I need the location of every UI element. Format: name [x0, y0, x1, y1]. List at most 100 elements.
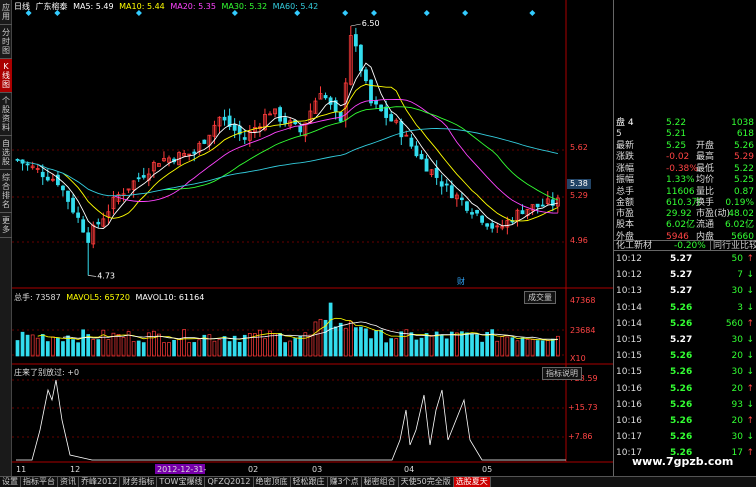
kline-chart[interactable]: 5.625.385.294.964736823684X10+23.59+15.7…: [12, 0, 613, 476]
volume-bar: [162, 342, 166, 357]
volume-bar: [515, 340, 520, 357]
date-label: 11: [16, 465, 26, 474]
quote-label-2: 流通: [696, 220, 715, 230]
volume-bar: [131, 341, 136, 357]
arrow-up-icon: ↑: [746, 254, 754, 264]
tab-12[interactable]: 选股夏天: [453, 477, 491, 487]
sidebar-item-kline[interactable]: K线图: [0, 59, 12, 93]
high-price-label: 6.50: [362, 19, 380, 28]
volume-button[interactable]: 成交量: [524, 291, 556, 304]
candle: [475, 210, 479, 214]
tick-time: 10:14: [616, 302, 642, 313]
volume-bar: [480, 341, 484, 357]
tick-price: 5.26: [670, 302, 693, 313]
volume-bar: [177, 338, 181, 357]
candle: [81, 219, 86, 233]
tab-9[interactable]: 赚3个点: [328, 477, 362, 487]
quote-label: 盘 4: [616, 118, 634, 128]
signal-diamond-icon: [342, 10, 349, 16]
chart-area[interactable]: 5.62 5.38 5.29 4.96 47368 23684 X10 +23.59 +15.7…: [12, 0, 613, 476]
tab-8[interactable]: 轻松跟庄: [291, 477, 328, 487]
tab-0[interactable]: 设置: [0, 477, 21, 487]
arrow-down-icon: ↓: [746, 432, 754, 443]
candle: [480, 215, 485, 223]
volume-bar: [364, 328, 368, 357]
tab-1[interactable]: 指标平台: [21, 477, 58, 487]
volume-bar: [550, 338, 555, 357]
sidebar-item-profile[interactable]: 个股资料: [0, 93, 12, 136]
volume-bar: [192, 342, 197, 357]
volume-bar: [424, 333, 429, 357]
volume-bar: [399, 331, 404, 357]
tab-3[interactable]: 乔峰2012: [79, 477, 121, 487]
candle: [459, 197, 464, 201]
volume-bar: [247, 333, 252, 357]
volume-bar: [313, 321, 318, 357]
tick-price: 5.27: [670, 254, 693, 264]
sidebar-item-ranking[interactable]: 综合排名: [0, 170, 12, 213]
tick-price: 5.27: [670, 335, 693, 345]
tick-price: 5.26: [670, 416, 693, 426]
volume-bar: [333, 326, 338, 357]
volume-bar: [369, 338, 373, 357]
tick-volume: 3: [737, 302, 743, 313]
tick-price: 5.27: [670, 286, 693, 297]
tick-time: 10:15: [616, 367, 642, 378]
sidebar-item-more[interactable]: 更多: [0, 213, 12, 238]
volume-bar: [91, 339, 96, 357]
sidebar-item-timeshare[interactable]: 分时图: [0, 25, 12, 59]
industry-name: 化工新材: [616, 241, 653, 251]
arrow-up-icon: ↑: [746, 383, 754, 394]
volume-bar: [520, 337, 525, 357]
candle: [242, 137, 247, 140]
tab-7[interactable]: 绝密顶底: [254, 477, 291, 487]
volume-bar: [338, 322, 343, 357]
volume-bar: [121, 337, 126, 357]
tick-row: 10:15 5.27 30 ↓: [614, 335, 756, 345]
volume-bar: [354, 327, 358, 357]
peer-compare-button[interactable]: 同行业比较: [710, 241, 756, 251]
indicator-help-button[interactable]: 指标说明: [542, 367, 582, 380]
volume-legend: 总手: 73587 MAVOL5: 65720 MAVOL10: 61164: [14, 292, 207, 303]
tick-row: 10:16 5.26 93 ↓: [614, 400, 756, 410]
volume-bar: [141, 342, 146, 357]
candle: [61, 185, 65, 191]
ma5-label: MA5: 5.49: [73, 2, 114, 11]
volume-bar: [449, 331, 454, 357]
volume-axis-label: X10: [570, 354, 586, 363]
volume-bar: [81, 329, 86, 357]
arrow-down-icon: ↓: [746, 367, 754, 378]
tab-2[interactable]: 资讯: [58, 477, 79, 487]
tab-4[interactable]: 财务指标: [120, 477, 158, 487]
arrow-down-icon: ↓: [746, 335, 754, 345]
arrow-up-icon: ↑: [746, 416, 754, 426]
tab-5[interactable]: TOW宝爆线: [157, 477, 206, 487]
tab-11[interactable]: 天使50完全版: [399, 477, 454, 487]
tab-6[interactable]: QFZQ2012: [205, 477, 254, 487]
volume-bar: [30, 334, 35, 357]
candle: [40, 171, 45, 178]
candle: [358, 44, 363, 72]
tick-volume: 93: [731, 399, 743, 410]
volume-bar: [389, 338, 394, 357]
price-axis-label: 4.96: [570, 236, 588, 245]
date-label: 03: [312, 465, 322, 474]
bottom-tabs: 设置 指标平台 资讯 乔峰2012 财务指标 TOW宝爆线 QFZQ2012 绝密顶底 轻松跟庄…: [0, 476, 756, 487]
mavol5-line: [37, 317, 558, 341]
ma20-label: MA20: 5.35: [170, 2, 216, 11]
tab-10[interactable]: 秘密组合: [362, 477, 399, 487]
volume-bar: [359, 326, 363, 357]
tick-time: 10:12: [616, 254, 642, 264]
volume-bar: [485, 331, 489, 357]
volume-bar: [50, 336, 55, 357]
volume-bar: [197, 339, 202, 357]
tick-time: 10:16: [616, 383, 642, 394]
sidebar-item-watchlist[interactable]: 自选股: [0, 136, 12, 170]
quote-value-2: 618: [736, 129, 754, 139]
sidebar-item-apps[interactable]: 应用: [0, 0, 12, 25]
ma5-line: [37, 62, 559, 229]
price-axis-label: 5.62: [570, 143, 588, 152]
quote-row: 最新 5.25 开盘 5.26: [614, 141, 756, 151]
volume-bar: [222, 336, 227, 357]
quote-value-2: 5.22: [733, 164, 754, 174]
